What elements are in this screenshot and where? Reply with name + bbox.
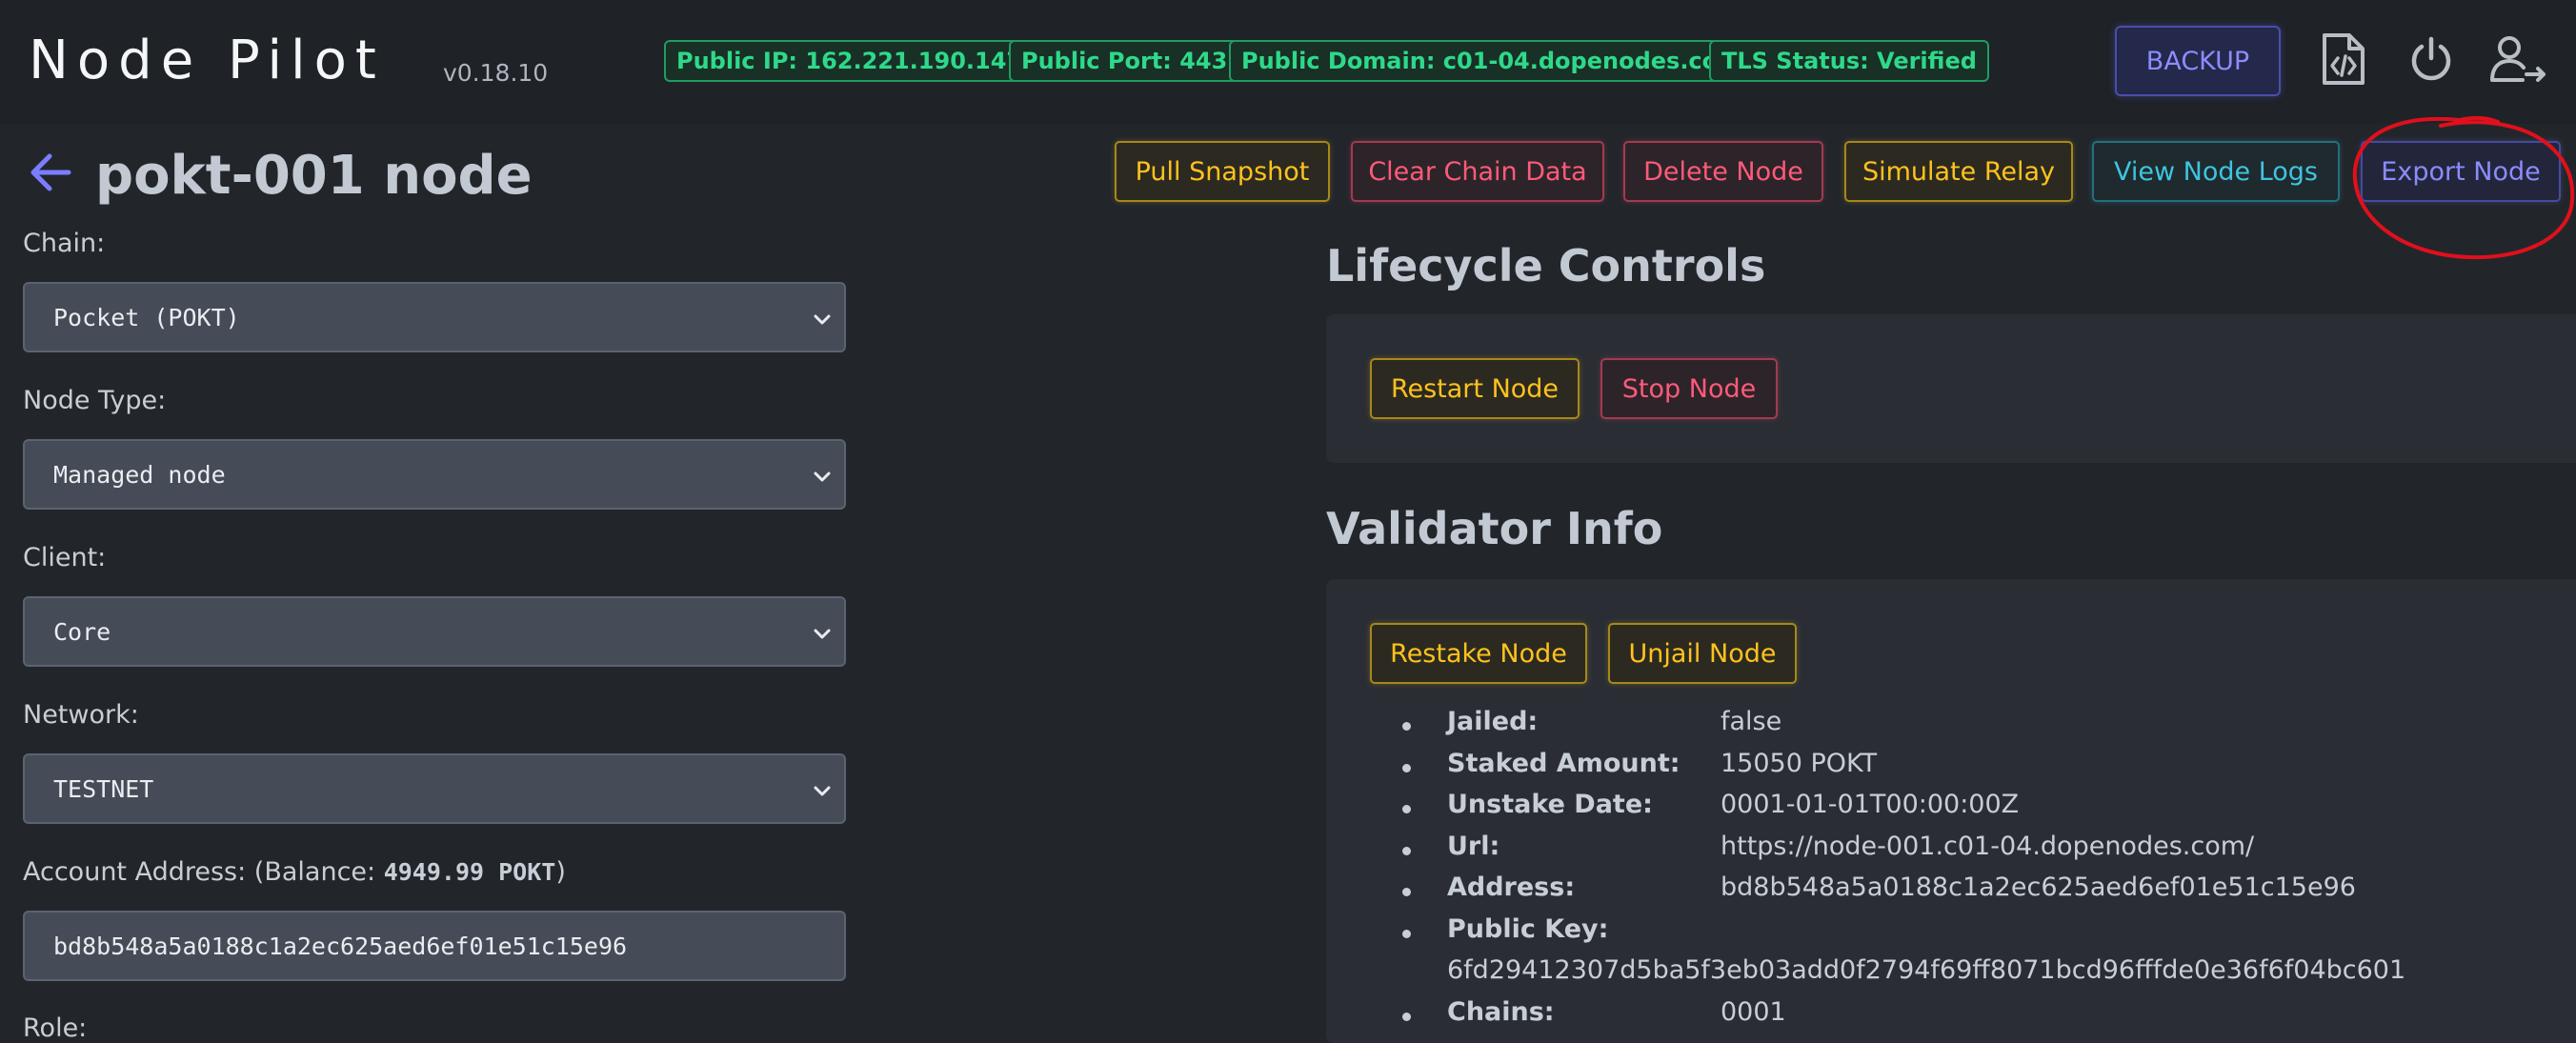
- info-key: Unstake Date:: [1447, 790, 1653, 819]
- chevron-down-icon: [814, 471, 831, 482]
- brand-logo[interactable]: Node Pilot: [29, 32, 385, 90]
- page-title: pokt-001 node: [95, 145, 533, 207]
- info-key: Address:: [1447, 873, 1576, 902]
- stop-node-button[interactable]: Stop Node: [1600, 358, 1778, 419]
- chain-select[interactable]: Pocket (POKT): [23, 282, 846, 352]
- validator-info-title: Validator Info: [1326, 503, 1663, 554]
- code-file-icon[interactable]: [2313, 29, 2374, 90]
- info-value: 15050 POKT: [1721, 748, 1878, 778]
- info-value: https://node-001.c01-04.dopenodes.com/: [1721, 831, 2255, 861]
- info-key: Staked Amount:: [1447, 748, 1680, 778]
- restart-node-button[interactable]: Restart Node: [1370, 358, 1580, 419]
- account-label-prefix: Account Address: (Balance:: [23, 857, 384, 887]
- public-ip-badge: Public IP: 162.221.190.147: [664, 40, 1036, 82]
- account-address-value: bd8b548a5a0188c1a2ec625aed6ef01e51c15e96: [53, 932, 628, 960]
- account-address-input[interactable]: bd8b548a5a0188c1a2ec625aed6ef01e51c15e96: [23, 911, 846, 981]
- info-key: Public Key:: [1447, 913, 1609, 944]
- node-type-label: Node Type:: [23, 386, 167, 415]
- clear-chain-data-button[interactable]: Clear Chain Data: [1351, 141, 1604, 202]
- back-arrow-icon[interactable]: [27, 149, 74, 196]
- public-port-badge: Public Port: 443: [1009, 40, 1240, 82]
- export-node-button[interactable]: Export Node: [2361, 141, 2561, 202]
- lifecycle-controls-title: Lifecycle Controls: [1326, 240, 1766, 291]
- backup-button[interactable]: BACKUP: [2115, 26, 2281, 96]
- info-key: Chains:: [1447, 996, 1555, 1027]
- client-select-value: Core: [53, 617, 111, 646]
- chain-label: Chain:: [23, 229, 106, 258]
- info-value: 6fd29412307d5ba5f3eb03add0f2794f69ff8071…: [1447, 954, 2406, 985]
- delete-node-button[interactable]: Delete Node: [1623, 141, 1823, 202]
- chevron-down-icon: [814, 629, 831, 639]
- top-bar: Node Pilot v0.18.10 Public IP: 162.221.1…: [0, 0, 2576, 124]
- info-value: 0001: [1721, 996, 1786, 1027]
- view-node-logs-button[interactable]: View Node Logs: [2092, 141, 2340, 202]
- chain-select-value: Pocket (POKT): [53, 303, 240, 331]
- account-address-label: Account Address: (Balance: 4949.99 POKT): [23, 857, 566, 887]
- account-balance: 4949.99 POKT: [383, 858, 556, 886]
- info-value: 0001-01-01T00:00:00Z: [1721, 790, 2020, 819]
- node-type-select[interactable]: Managed node: [23, 439, 846, 510]
- info-value: false: [1721, 707, 1782, 736]
- account-label-suffix: ): [555, 857, 566, 887]
- public-domain-badge: Public Domain: c01-04.dopenodes.com: [1229, 40, 1755, 82]
- info-key: Jailed:: [1447, 707, 1539, 736]
- chevron-down-icon: [814, 786, 831, 796]
- client-label: Client:: [23, 543, 107, 572]
- network-select[interactable]: TESTNET: [23, 753, 846, 824]
- unjail-node-button[interactable]: Unjail Node: [1608, 623, 1797, 684]
- network-select-value: TESTNET: [53, 774, 154, 803]
- user-logout-icon[interactable]: [2488, 29, 2549, 90]
- app-version: v0.18.10: [443, 59, 549, 87]
- info-key: Url:: [1447, 831, 1500, 861]
- info-value: bd8b548a5a0188c1a2ec625aed6ef01e51c15e96: [1721, 873, 2356, 902]
- chevron-down-icon: [814, 314, 831, 325]
- restake-node-button[interactable]: Restake Node: [1370, 623, 1587, 684]
- power-icon[interactable]: [2401, 29, 2462, 90]
- simulate-relay-button[interactable]: Simulate Relay: [1844, 141, 2073, 202]
- network-label: Network:: [23, 700, 139, 730]
- node-type-select-value: Managed node: [53, 460, 226, 489]
- tls-status-badge: TLS Status: Verified: [1709, 40, 1989, 82]
- client-select[interactable]: Core: [23, 596, 846, 667]
- role-label: Role:: [23, 1013, 88, 1043]
- pull-snapshot-button[interactable]: Pull Snapshot: [1115, 141, 1330, 202]
